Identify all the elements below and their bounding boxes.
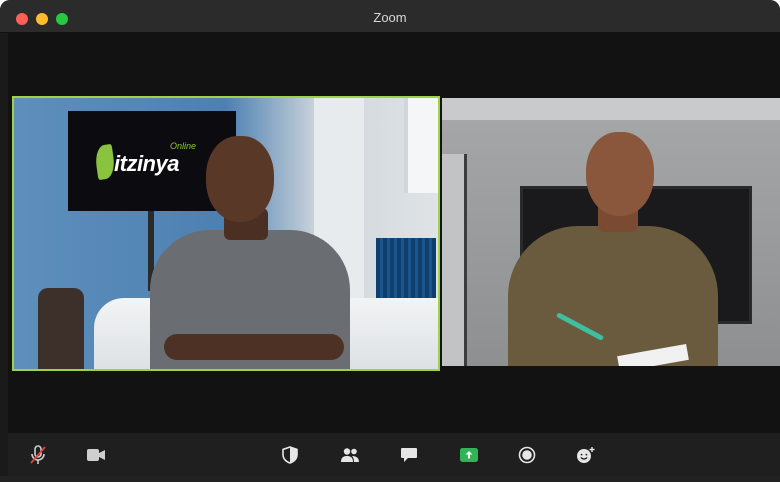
shield-icon xyxy=(282,446,298,464)
meeting-toolbar xyxy=(8,433,780,476)
participants-button[interactable] xyxy=(336,441,364,469)
participant-head xyxy=(586,132,654,216)
title-bar: Zoom xyxy=(0,0,780,33)
logo-wordmark: itzinya xyxy=(114,151,179,176)
leaf-icon xyxy=(93,143,117,181)
window-pane xyxy=(404,98,438,193)
record-button[interactable] xyxy=(513,441,541,469)
video-camera-icon xyxy=(87,449,105,461)
video-button[interactable] xyxy=(82,441,110,469)
chat-bubble-icon xyxy=(401,448,417,462)
zoom-window: Zoom Online itzinya xyxy=(0,0,780,482)
participant-video-tile[interactable] xyxy=(442,98,780,366)
chat-button[interactable] xyxy=(395,441,423,469)
participant-arms xyxy=(164,334,344,360)
doorway xyxy=(442,154,467,366)
mute-button[interactable] xyxy=(24,441,52,469)
participants-icon xyxy=(341,448,359,462)
window-title: Zoom xyxy=(373,10,407,25)
security-button[interactable] xyxy=(276,441,304,469)
participant-video-tile[interactable]: Online itzinya xyxy=(12,96,440,371)
share-screen-button[interactable] xyxy=(455,441,483,469)
share-screen-icon xyxy=(460,448,478,462)
record-icon xyxy=(518,446,536,464)
chair xyxy=(38,288,84,369)
window-bottom-edge xyxy=(0,476,780,482)
participant-torso xyxy=(508,226,718,366)
ceiling xyxy=(442,98,780,120)
reactions-button[interactable] xyxy=(572,441,600,469)
reactions-icon xyxy=(577,447,595,463)
participant-head xyxy=(206,136,274,222)
logo-tagline: Online xyxy=(170,141,197,151)
microphone-muted-icon xyxy=(30,445,46,464)
